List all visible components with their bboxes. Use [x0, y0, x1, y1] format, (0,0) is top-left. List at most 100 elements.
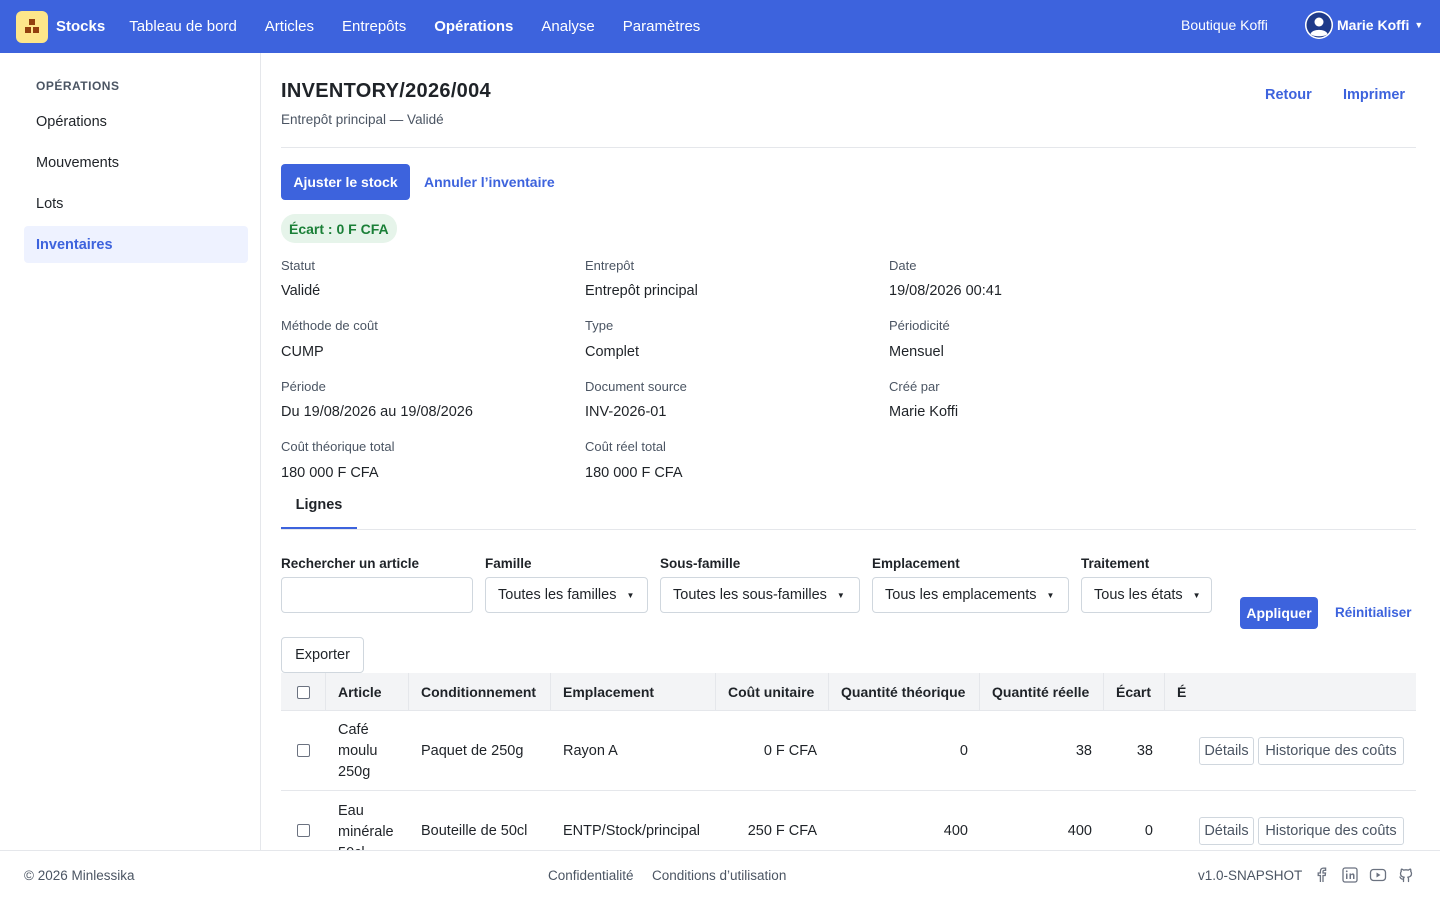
col-article[interactable]: Article	[326, 673, 409, 711]
cell-article: Eau minérale 50cl	[338, 803, 394, 850]
col-real-qty[interactable]: Quantité réelle	[980, 673, 1104, 711]
col-gap[interactable]: Écart	[1104, 673, 1165, 711]
field-label-real-cost: Coût réel total	[585, 439, 666, 454]
user-menu[interactable]: Marie Koffi ▼	[1305, 11, 1423, 39]
youtube-icon[interactable]	[1369, 866, 1387, 884]
chevron-down-icon: ▼	[1192, 590, 1201, 600]
field-value-theoretical-cost: 180 000 F CFA	[281, 465, 379, 481]
cell-article: Café moulu 250g	[338, 721, 378, 780]
nav-warehouses[interactable]: Entrepôts	[342, 18, 406, 35]
treatment-select-value: Tous les états	[1094, 587, 1183, 603]
nav-operations[interactable]: Opérations	[434, 18, 513, 35]
field-value-periodicity: Mensuel	[889, 344, 944, 360]
app-version: v1.0-SNAPSHOT	[1198, 868, 1303, 883]
table-row: Café moulu 250g Paquet de 250g Rayon A 0…	[281, 711, 1416, 791]
location-select[interactable]: Tous les emplacements ▼	[872, 577, 1069, 613]
top-navbar: Stocks Tableau de bord Articles Entrepôt…	[0, 0, 1440, 53]
github-icon[interactable]	[1397, 866, 1415, 884]
col-packaging[interactable]: Conditionnement	[409, 673, 551, 711]
location-select-value: Tous les emplacements	[885, 587, 1037, 603]
field-label-source-doc: Document source	[585, 379, 687, 394]
field-value-created-by: Marie Koffi	[889, 404, 959, 420]
terms-link[interactable]: Conditions d’utilisation	[652, 868, 786, 883]
col-location[interactable]: Emplacement	[551, 673, 716, 711]
export-button[interactable]: Exporter	[281, 637, 364, 673]
select-all-checkbox[interactable]	[296, 685, 310, 699]
header-divider	[281, 147, 1416, 148]
row-checkbox[interactable]	[297, 824, 310, 837]
family-select[interactable]: Toutes les familles ▼	[485, 577, 648, 613]
field-label-type: Type	[585, 318, 614, 333]
cancel-inventory-link[interactable]: Annuler l’inventaire	[424, 174, 555, 190]
field-value-status: Validé	[281, 283, 321, 299]
treatment-label: Traitement	[1081, 556, 1150, 571]
app-brand[interactable]: Stocks	[56, 18, 105, 35]
privacy-link[interactable]: Confidentialité	[548, 868, 634, 883]
cell-gap: 0	[1144, 823, 1153, 839]
sidebar-item-movements[interactable]: Mouvements	[24, 144, 248, 181]
nav-dashboard[interactable]: Tableau de bord	[129, 18, 237, 35]
cell-real-qty: 38	[1075, 743, 1092, 759]
page-subtitle: Entrepôt principal — Validé	[281, 112, 444, 127]
field-label-created-by: Créé par	[889, 379, 940, 394]
subfamily-select[interactable]: Toutes les sous-familles ▼	[660, 577, 860, 613]
field-value-cost-method: CUMP	[281, 344, 324, 360]
cell-gap: 38	[1136, 743, 1153, 759]
family-select-value: Toutes les familles	[498, 587, 617, 603]
back-link[interactable]: Retour	[1265, 87, 1312, 103]
chevron-down-icon: ▼	[836, 590, 845, 600]
search-input[interactable]	[281, 577, 473, 613]
nav-analysis[interactable]: Analyse	[541, 18, 594, 35]
cost-history-button[interactable]: Historique des coûts	[1258, 737, 1404, 765]
field-value-warehouse: Entrepôt principal	[585, 283, 698, 299]
store-switcher[interactable]: Boutique Koffi	[1181, 17, 1268, 33]
gap-badge: Écart : 0 F CFA	[281, 214, 397, 243]
cell-unit-cost: 0 F CFA	[763, 743, 817, 759]
field-label-period: Période	[281, 379, 326, 394]
sidebar-item-lots[interactable]: Lots	[24, 185, 248, 222]
facebook-icon[interactable]	[1313, 866, 1331, 884]
table-row: Eau minérale 50cl Bouteille de 50cl ENTP…	[281, 791, 1416, 850]
field-value-type: Complet	[585, 344, 639, 360]
field-value-period: Du 19/08/2026 au 19/08/2026	[281, 404, 473, 420]
adjust-stock-button[interactable]: Ajuster le stock	[281, 164, 410, 200]
tabs-divider	[281, 529, 1416, 530]
search-label: Rechercher un article	[281, 556, 420, 571]
family-label: Famille	[485, 556, 532, 571]
linkedin-icon[interactable]	[1341, 866, 1359, 884]
col-unit-cost[interactable]: Coût unitaire	[716, 673, 829, 711]
field-label-date: Date	[889, 258, 917, 273]
user-name: Marie Koffi	[1337, 17, 1410, 33]
nav-settings[interactable]: Paramètres	[623, 18, 701, 35]
field-label-theoretical-cost: Coût théorique total	[281, 439, 395, 454]
col-theoretical-qty[interactable]: Quantité théorique	[829, 673, 980, 711]
details-button[interactable]: Détails	[1199, 817, 1254, 845]
sidebar-item-operations[interactable]: Opérations	[24, 103, 248, 140]
subfamily-select-value: Toutes les sous-familles	[673, 587, 827, 603]
cell-packaging: Bouteille de 50cl	[421, 823, 528, 839]
sidebar-item-inventories[interactable]: Inventaires	[24, 226, 248, 263]
col-state[interactable]: É	[1165, 673, 1416, 711]
tab-lines[interactable]: Lignes	[281, 488, 357, 529]
row-checkbox[interactable]	[297, 744, 310, 757]
copyright: © 2026 Minlessika	[24, 868, 135, 883]
details-button[interactable]: Détails	[1199, 737, 1254, 765]
sidebar-heading: OPÉRATIONS	[36, 79, 120, 93]
treatment-select[interactable]: Tous les états ▼	[1081, 577, 1212, 613]
apply-filters-button[interactable]: Appliquer	[1240, 597, 1318, 629]
page-title: INVENTORY/2026/004	[281, 80, 491, 102]
chevron-down-icon: ▼	[1046, 590, 1055, 600]
footer: © 2026 Minlessika Confidentialité Condit…	[0, 850, 1440, 900]
print-link[interactable]: Imprimer	[1343, 87, 1405, 103]
sidebar: OPÉRATIONS Opérations Mouvements Lots In…	[0, 53, 261, 850]
cell-theoretical-qty: 0	[959, 743, 968, 759]
cell-real-qty: 400	[1067, 823, 1092, 839]
field-label-periodicity: Périodicité	[889, 318, 950, 333]
cost-history-button[interactable]: Historique des coûts	[1258, 817, 1404, 845]
nav-articles[interactable]: Articles	[265, 18, 314, 35]
reset-filters-link[interactable]: Réinitialiser	[1335, 605, 1412, 620]
subfamily-label: Sous-famille	[660, 556, 741, 571]
table-header: Article Conditionnement Emplacement Coût…	[281, 673, 1416, 711]
cell-location: Rayon A	[563, 743, 618, 759]
app-logo-icon[interactable]	[16, 10, 48, 43]
